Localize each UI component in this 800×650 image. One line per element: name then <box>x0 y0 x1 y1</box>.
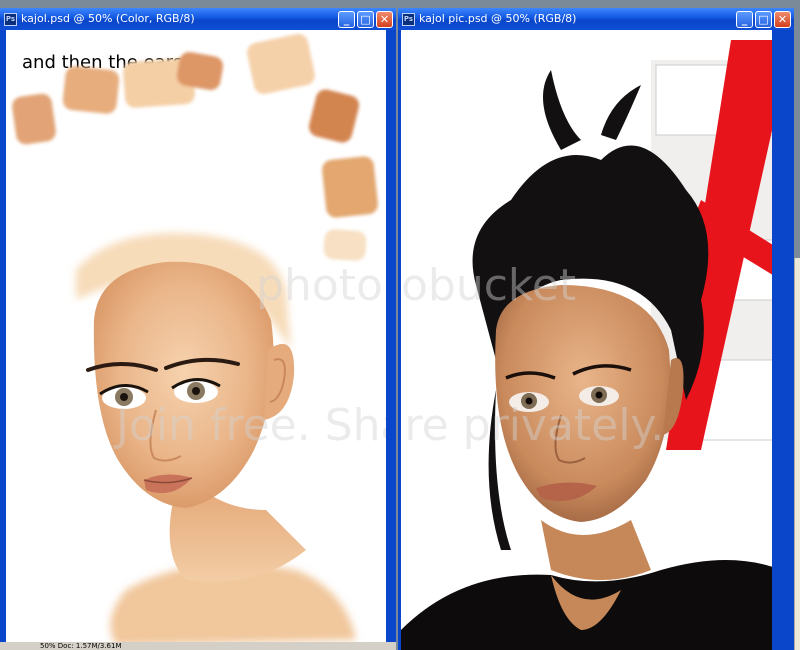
left-canvas[interactable]: and then the ears... photo Join free. Sh <box>6 30 386 650</box>
right-document-window[interactable]: Ps kajol pic.psd @ 50% (RGB/8) _ □ ✕ obu… <box>398 8 794 650</box>
maximize-icon: □ <box>360 12 371 26</box>
minimize-button[interactable]: _ <box>338 10 355 28</box>
left-status-bar: 50% Doc: 1.57M/3.61M <box>0 642 396 650</box>
left-document-window[interactable]: Ps kajol.psd @ 50% (Color, RGB/8) _ □ ✕ … <box>0 8 396 650</box>
close-button[interactable]: ✕ <box>376 10 393 28</box>
maximize-button[interactable]: □ <box>755 10 772 28</box>
left-window-title: kajol.psd @ 50% (Color, RGB/8) <box>21 12 195 25</box>
photoshop-app-icon: Ps <box>402 12 415 26</box>
right-window-title: kajol pic.psd @ 50% (RGB/8) <box>419 12 577 25</box>
close-icon: ✕ <box>777 12 788 26</box>
reference-photo <box>401 40 772 650</box>
photoshop-app-icon: Ps <box>4 12 17 26</box>
minimize-icon: _ <box>741 12 748 26</box>
side-scrollbar[interactable] <box>794 258 800 650</box>
left-window-titlebar[interactable]: Ps kajol.psd @ 50% (Color, RGB/8) _ □ ✕ <box>0 8 396 30</box>
close-button[interactable]: ✕ <box>774 10 791 28</box>
minimize-icon: _ <box>343 12 350 26</box>
right-window-titlebar[interactable]: Ps kajol pic.psd @ 50% (RGB/8) _ □ ✕ <box>398 8 794 30</box>
portrait-painting <box>76 233 356 645</box>
minimize-button[interactable]: _ <box>736 10 753 28</box>
maximize-button[interactable]: □ <box>357 10 374 28</box>
right-canvas[interactable]: photobucket Join free. Share privately. <box>401 30 772 650</box>
maximize-icon: □ <box>758 12 769 26</box>
close-icon: ✕ <box>379 12 390 26</box>
